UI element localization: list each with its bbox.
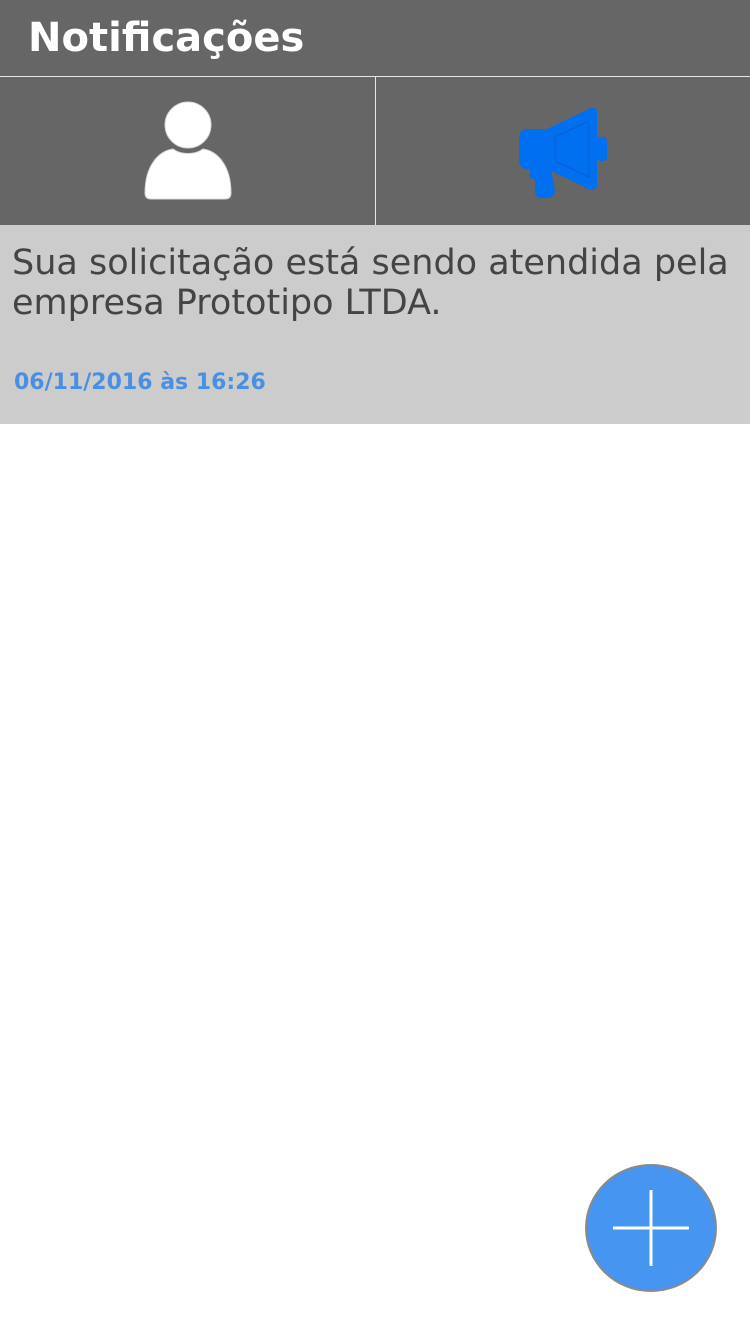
user-icon bbox=[143, 101, 232, 200]
plus-icon bbox=[613, 1190, 689, 1266]
page-title: Notificações bbox=[28, 15, 305, 61]
tab-announcements[interactable] bbox=[376, 77, 750, 225]
tab-user[interactable] bbox=[0, 77, 375, 225]
notification-item[interactable]: Sua solicitação está sendo atendida pela… bbox=[0, 225, 750, 424]
app-header: Notificações bbox=[0, 0, 750, 76]
notification-timestamp: 06/11/2016 às 16:26 bbox=[14, 370, 266, 395]
megaphone-icon bbox=[519, 108, 607, 198]
add-button[interactable] bbox=[585, 1164, 717, 1292]
tab-bar bbox=[0, 77, 750, 225]
notifications-screen: Notificações Sua solicitação está sendo … bbox=[0, 0, 750, 1334]
notification-message: Sua solicitação está sendo atendida pela… bbox=[12, 243, 729, 323]
